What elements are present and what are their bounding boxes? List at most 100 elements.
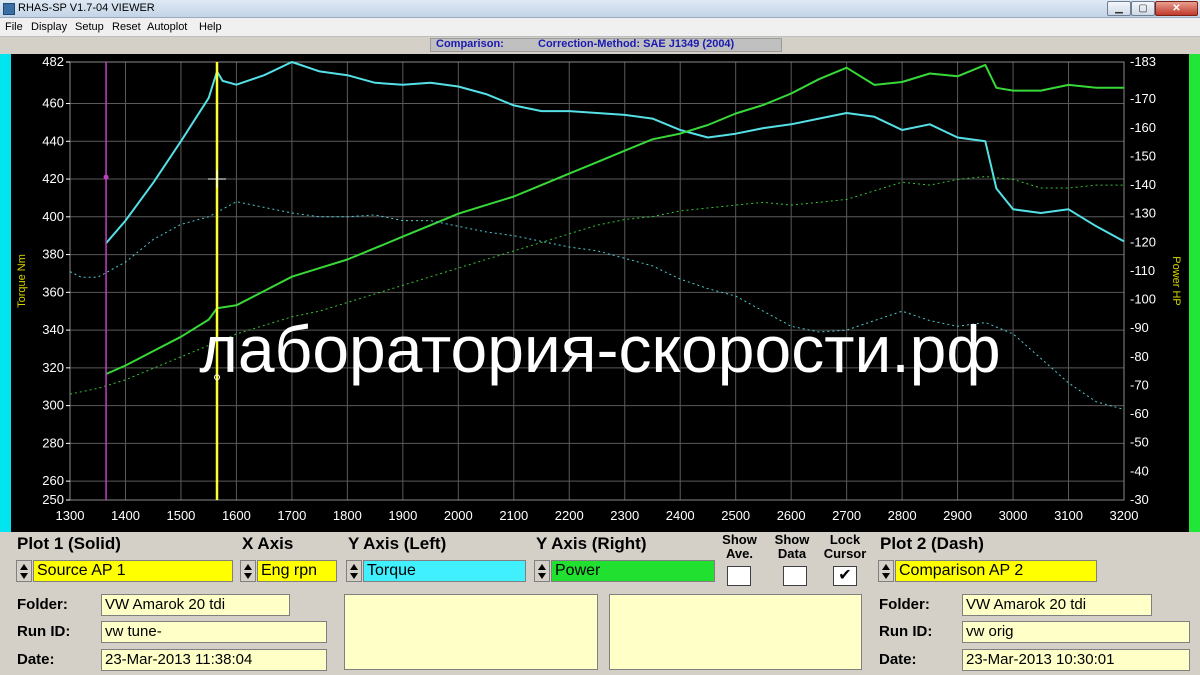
lock-cursor-checkbox[interactable]: ✔: [833, 566, 857, 586]
show-data-checkbox[interactable]: [783, 566, 807, 586]
yright-select[interactable]: Power: [551, 560, 715, 582]
y-left-tick-label: 250: [42, 492, 64, 507]
yleft-header: Y Axis (Left): [348, 534, 447, 553]
menu-setup[interactable]: Setup: [75, 21, 104, 33]
runid-label-right: Run ID:: [879, 623, 933, 640]
minimize-button[interactable]: ▁: [1107, 1, 1131, 16]
spin-down-icon: [882, 573, 890, 579]
plot1-header: Plot 1 (Solid): [17, 534, 121, 553]
y-right-tick-label: -160: [1130, 120, 1156, 135]
spin-up-icon: [882, 564, 890, 570]
comparison-header: Comparison: Correction-Method: SAE J1349…: [0, 37, 1200, 53]
y-right-tick-label: -150: [1130, 148, 1156, 163]
spin-up-icon: [350, 564, 358, 570]
x-tick-label: 1700: [277, 508, 306, 523]
spin-down-icon: [538, 573, 546, 579]
plot1-select[interactable]: Source AP 1: [33, 560, 233, 582]
y-right-tick-label: -100: [1130, 292, 1156, 307]
y-left-tick-label: 300: [42, 398, 64, 413]
xaxis-header: X Axis: [242, 534, 294, 553]
spin-down-icon: [20, 573, 28, 579]
x-tick-label: 2800: [888, 508, 917, 523]
y-left-tick-label: 380: [42, 247, 64, 262]
left-axis-color-bar: [0, 54, 11, 532]
menu-display[interactable]: Display: [31, 21, 67, 33]
y-right-tick-label: -140: [1130, 177, 1156, 192]
title-bar: RHAS-SP V1.7-04 VIEWER ▁ ▢ ✕: [0, 0, 1200, 18]
comparison-label: Comparison:: [436, 38, 504, 50]
y-right-tick-label: -70: [1130, 377, 1149, 392]
y-right-tick-label: -110: [1130, 263, 1155, 278]
window-title: RHAS-SP V1.7-04 VIEWER: [18, 2, 155, 14]
yleft-select[interactable]: Torque: [363, 560, 526, 582]
spin-down-icon: [244, 573, 252, 579]
maximize-button[interactable]: ▢: [1131, 1, 1155, 16]
y-right-tick-label: -130: [1130, 206, 1156, 221]
plot2-spinner[interactable]: [878, 560, 894, 582]
correction-method-label: Correction-Method: SAE J1349 (2004): [538, 38, 735, 50]
x-tick-label: 2500: [721, 508, 750, 523]
y-left-tick-label: 400: [42, 209, 64, 224]
x-tick-label: 1600: [222, 508, 251, 523]
y-right-tick-label: -120: [1130, 234, 1156, 249]
controls-panel: Plot 1 (Solid) X Axis Y Axis (Left) Y Ax…: [0, 532, 1200, 675]
runid-label-left: Run ID:: [17, 623, 71, 640]
yleft-spinner[interactable]: [346, 560, 362, 582]
x-tick-label: 2000: [444, 508, 473, 523]
menu-file[interactable]: File: [5, 21, 23, 33]
x-tick-label: 2600: [777, 508, 806, 523]
close-button[interactable]: ✕: [1155, 1, 1198, 16]
menu-help[interactable]: Help: [199, 21, 222, 33]
app-icon: [3, 3, 15, 15]
x-tick-label: 2300: [610, 508, 639, 523]
runid-field-right: vw orig: [962, 621, 1190, 643]
dyno-chart[interactable]: 1300 1400 1500 1600 1700 1800 1900 2000 2100 2200…: [11, 54, 1189, 532]
x-tick-label: 1800: [333, 508, 362, 523]
plot2-select[interactable]: Comparison AP 2: [895, 560, 1097, 582]
y-right-tick-label: -183: [1130, 54, 1156, 69]
spin-up-icon: [538, 564, 546, 570]
y-left-tick-label: 440: [42, 133, 64, 148]
menu-reset[interactable]: Reset: [112, 21, 141, 33]
y-right-tick-label: -90: [1130, 320, 1149, 335]
spin-down-icon: [350, 573, 358, 579]
y-left-tick-label: 420: [42, 171, 64, 186]
y-left-tick-label: 320: [42, 360, 64, 375]
y-left-tick-label: 482: [42, 54, 64, 69]
watermark-text: лаборатория-скорости.рф: [199, 312, 1000, 386]
folder-label-left: Folder:: [17, 596, 68, 613]
y-left-tick-label: 280: [42, 435, 64, 450]
plot2-header: Plot 2 (Dash): [880, 534, 984, 553]
plot-frame: [69, 61, 1125, 501]
xaxis-spinner[interactable]: [240, 560, 256, 582]
marker-point: [103, 174, 109, 180]
y-right-tick-label: -80: [1130, 349, 1149, 364]
y-left-tick-label: 340: [42, 322, 64, 337]
show-data-label: Show Data: [774, 532, 810, 561]
folder-label-right: Folder:: [879, 596, 930, 613]
yright-header: Y Axis (Right): [536, 534, 647, 553]
x-tick-label: 2900: [943, 508, 972, 523]
y-left-tick-label: 460: [42, 96, 64, 111]
xaxis-select[interactable]: Eng rpn: [257, 560, 337, 582]
y-right-tick-label: -60: [1130, 406, 1149, 421]
x-tick-label: 1900: [388, 508, 417, 523]
y-left-axis-title: Torque Nm: [16, 254, 28, 308]
show-ave-label: Show Ave.: [722, 532, 757, 561]
x-tick-label: 3000: [999, 508, 1028, 523]
spin-up-icon: [20, 564, 28, 570]
series-line-torque: [105, 61, 1125, 244]
show-ave-checkbox[interactable]: [727, 566, 751, 586]
x-tick-label: 3100: [1054, 508, 1083, 523]
date-label-right: Date:: [879, 651, 917, 668]
x-tick-label: 1300: [56, 508, 85, 523]
plot1-spinner[interactable]: [16, 560, 32, 582]
x-tick-label: 1400: [111, 508, 140, 523]
menu-autoplot[interactable]: Autoplot: [147, 21, 187, 33]
yright-spinner[interactable]: [534, 560, 550, 582]
x-tick-label: 3200: [1110, 508, 1139, 523]
lock-cursor-label: Lock Cursor: [823, 532, 867, 561]
folder-field-left: VW Amarok 20 tdi: [101, 594, 290, 616]
y-right-axis-title: Power HP: [1170, 256, 1182, 306]
date-label-left: Date:: [17, 651, 55, 668]
